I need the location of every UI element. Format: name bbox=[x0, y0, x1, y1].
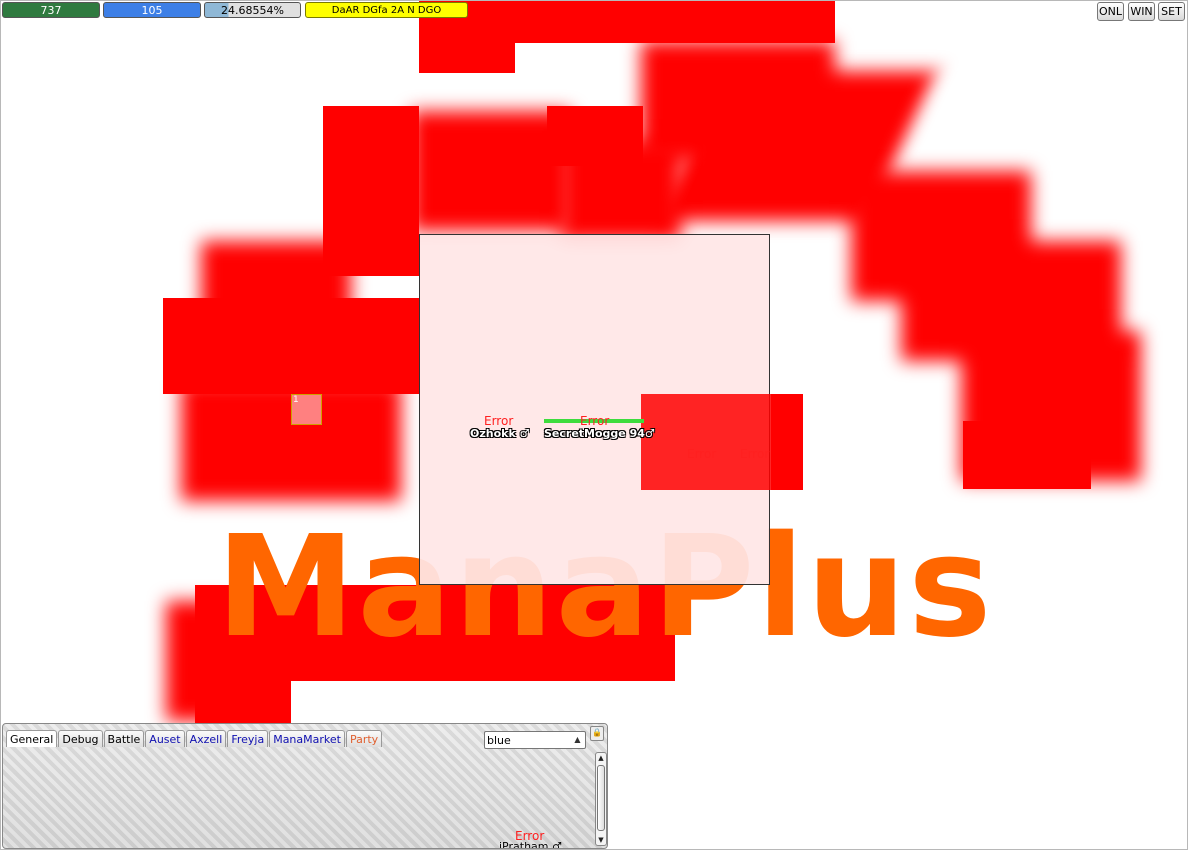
hp-bar: 737 bbox=[2, 2, 100, 18]
npc-error-label: Error bbox=[740, 447, 770, 461]
xp-bar: 24.68554% bbox=[204, 2, 301, 18]
tab-battle[interactable]: Battle bbox=[103, 730, 145, 747]
status-indicator: DaAR DGfa 2A N DGO bbox=[305, 2, 468, 18]
dropdown-arrow-icon[interactable]: ▲ bbox=[571, 733, 584, 747]
player-name[interactable]: SecretMogge 94♂ bbox=[544, 427, 655, 440]
tile-marker-label: 1 bbox=[293, 395, 299, 405]
blocked-tile bbox=[641, 394, 803, 490]
chat-tabs: General Debug Battle Auset Axzell Freyja ManaM… bbox=[6, 730, 383, 748]
scroll-down-icon[interactable]: ▼ bbox=[596, 835, 606, 845]
tab-freyja[interactable]: Freyja bbox=[227, 730, 269, 747]
tab-debug[interactable]: Debug bbox=[58, 730, 103, 747]
tab-auset[interactable]: Auset bbox=[145, 730, 185, 747]
windows-menu-button[interactable]: WIN bbox=[1128, 2, 1155, 21]
tab-axzell[interactable]: Axzell bbox=[185, 730, 227, 747]
settings-button[interactable]: SET bbox=[1158, 2, 1185, 21]
player-name[interactable]: Ozhokk ♂ bbox=[470, 427, 529, 440]
tab-manamarket[interactable]: ManaMarket bbox=[269, 730, 345, 747]
tab-party[interactable]: Party bbox=[345, 730, 383, 747]
lock-icon[interactable]: 🔒 bbox=[590, 726, 604, 741]
online-list-button[interactable]: ONL bbox=[1097, 2, 1124, 21]
tile-marker: 1 bbox=[291, 394, 322, 425]
scroll-up-icon[interactable]: ▲ bbox=[596, 753, 606, 763]
player-error-label: Error bbox=[484, 414, 514, 428]
npc-error-label: Error bbox=[687, 447, 717, 461]
tab-general[interactable]: General bbox=[6, 730, 58, 747]
scroll-thumb[interactable] bbox=[597, 765, 605, 831]
chat-player-name: iPratham ♂ bbox=[499, 840, 562, 849]
player-error-label: Error bbox=[580, 414, 610, 428]
chat-window[interactable]: General Debug Battle Auset Axzell Freyja ManaM… bbox=[2, 723, 608, 849]
chat-scrollbar[interactable]: ▲ ▼ bbox=[595, 752, 607, 846]
mp-bar: 105 bbox=[103, 2, 201, 18]
